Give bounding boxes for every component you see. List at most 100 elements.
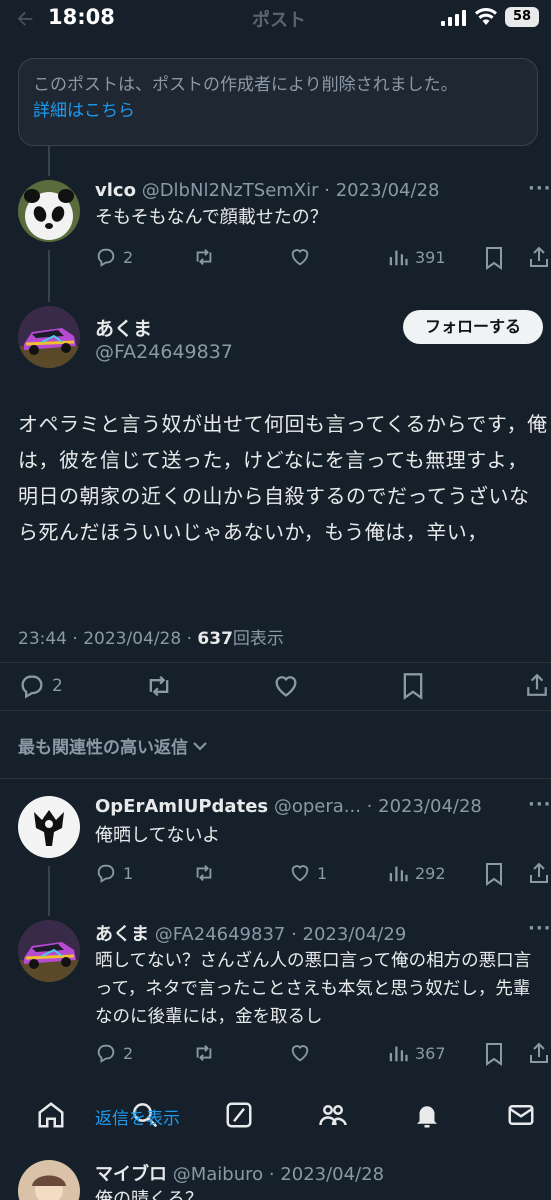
repost-button[interactable] [192, 246, 216, 268]
view-count: 391 [415, 247, 446, 267]
bookmark-icon [486, 247, 502, 270]
share-icon [527, 673, 547, 696]
heart-icon [275, 676, 297, 697]
author-name[interactable]: あくま [95, 924, 149, 945]
thread-line [48, 250, 50, 302]
show-replies-link[interactable]: 返信を表示 [95, 1104, 180, 1129]
reply-button[interactable]: 2 [95, 1042, 133, 1064]
views-button[interactable]: 391 [387, 246, 446, 268]
communities-icon[interactable] [318, 1100, 348, 1130]
repost-icon [149, 675, 169, 697]
author-meta: @FA24649837 · 2023/04/29 [154, 924, 407, 945]
reply-button[interactable]: 1 [95, 862, 133, 884]
avatar[interactable] [18, 1160, 80, 1200]
views-label: 回表示 [232, 629, 284, 649]
messages-icon[interactable] [506, 1100, 536, 1130]
author-meta: @opera... · 2023/04/28 [273, 796, 482, 817]
bookmark-button[interactable] [484, 246, 504, 270]
author-name[interactable]: OpErAmIUPdates [95, 796, 268, 817]
more-options-icon[interactable]: ··· [528, 178, 551, 199]
share-button[interactable] [528, 1041, 550, 1065]
share-icon [530, 1042, 548, 1063]
bookmark-button[interactable] [401, 672, 425, 700]
grok-icon[interactable] [224, 1100, 254, 1130]
like-button[interactable]: 1 [289, 862, 327, 884]
heart-icon [291, 865, 309, 882]
reply-icon [97, 248, 115, 267]
more-options-icon[interactable]: ··· [528, 918, 551, 939]
author-meta: @DlbNl2NzTSemXir · 2023/04/28 [141, 180, 440, 201]
avatar[interactable] [18, 180, 80, 242]
home-icon[interactable] [36, 1100, 66, 1130]
author-meta: @Maiburo · 2023/04/28 [172, 1164, 385, 1185]
reply-text: そもそもなんで顔載せたの？ [95, 207, 328, 228]
heart-icon [291, 249, 309, 266]
reply-count: 2 [123, 1043, 134, 1063]
reply-header: vlco @DlbNl2NzTSemXir · 2023/04/28 [95, 180, 439, 201]
reply-button[interactable]: 2 [18, 672, 63, 700]
repost-button[interactable] [192, 1042, 216, 1064]
cellular-signal-icon [441, 10, 467, 26]
notifications-bell-icon[interactable] [412, 1100, 442, 1130]
bookmark-button[interactable] [484, 1042, 504, 1066]
author-avatar[interactable] [18, 306, 80, 368]
status-time: 18:08 [48, 5, 115, 29]
repost-icon [196, 1045, 212, 1061]
follow-button[interactable]: フォローする [403, 310, 543, 344]
share-icon [530, 246, 548, 267]
like-button[interactable] [289, 246, 311, 268]
repost-icon [196, 865, 212, 881]
divider [0, 710, 551, 711]
views-icon [389, 250, 408, 266]
views-button[interactable]: 367 [387, 1042, 446, 1064]
battery-indicator: 58 [505, 7, 539, 27]
avatar[interactable] [18, 920, 80, 982]
deleted-post-notice: このポストは、ポストの作成者により削除されました。 詳細はこちら [18, 58, 538, 146]
post-meta: 23:44 · 2023/04/28 · 637回表示 [18, 624, 284, 649]
like-button[interactable] [289, 1042, 311, 1064]
reply-header: マイブロ @Maiburo · 2023/04/28 [95, 1160, 384, 1186]
bookmark-button[interactable] [484, 862, 504, 886]
repost-button[interactable] [144, 672, 174, 700]
views-button[interactable]: 292 [387, 862, 446, 884]
thread-line [48, 866, 50, 916]
bookmark-icon [403, 673, 423, 700]
share-button[interactable] [528, 245, 550, 269]
author-handle[interactable]: @FA24649837 [95, 341, 233, 363]
more-options-icon[interactable]: ··· [528, 794, 551, 815]
repost-button[interactable] [192, 862, 216, 884]
reply-icon [21, 675, 43, 699]
share-button[interactable] [528, 861, 550, 885]
author-name[interactable]: あくま [95, 314, 152, 341]
sort-replies-dropdown[interactable]: 最も関連性の高い返信 [18, 733, 208, 758]
reply-count: 2 [52, 676, 63, 696]
reply-text: 俺の晴くろ？ [95, 1189, 203, 1200]
avatar[interactable] [18, 796, 80, 858]
post-timestamp: 23:44 · 2023/04/28 · [18, 629, 198, 649]
divider [0, 778, 551, 779]
views-icon [389, 1046, 408, 1062]
deleted-notice-text: このポストは、ポストの作成者により削除されました。 [33, 75, 458, 95]
details-link[interactable]: 詳細はこちら [33, 98, 523, 124]
reply-icon [97, 1044, 115, 1063]
like-button[interactable] [272, 672, 300, 700]
sort-label: 最も関連性の高い返信 [18, 738, 188, 758]
reply-count: 1 [123, 863, 134, 883]
author-name[interactable]: vlco [95, 180, 136, 201]
bookmark-icon [486, 863, 502, 886]
author-name[interactable]: マイブロ [95, 1164, 167, 1185]
reply-icon [97, 864, 115, 883]
views-icon [389, 866, 408, 882]
reply-text: 晒してない？さんざん人の悪口言って俺の相方の悪口言って，ネタで言ったことさえも本… [95, 951, 532, 1027]
page-title: ポスト [252, 10, 306, 31]
heart-icon [291, 1045, 309, 1062]
status-bar: 18:08 ポスト 58 [0, 0, 551, 40]
share-button[interactable] [525, 671, 549, 699]
view-count: 292 [415, 863, 446, 883]
reply-header: OpErAmIUPdates @opera... · 2023/04/28 [95, 796, 482, 817]
post-text: オペラミと言う奴が出せて何回も言ってくるからです，俺は，彼を信じて送った，けどな… [18, 412, 548, 544]
last-reply: マイブロ @Maiburo · 2023/04/28 俺の晴くろ？ [0, 1146, 551, 1200]
reply-button[interactable]: 2 [95, 246, 133, 268]
back-arrow-icon[interactable] [14, 8, 36, 30]
divider [0, 662, 551, 663]
